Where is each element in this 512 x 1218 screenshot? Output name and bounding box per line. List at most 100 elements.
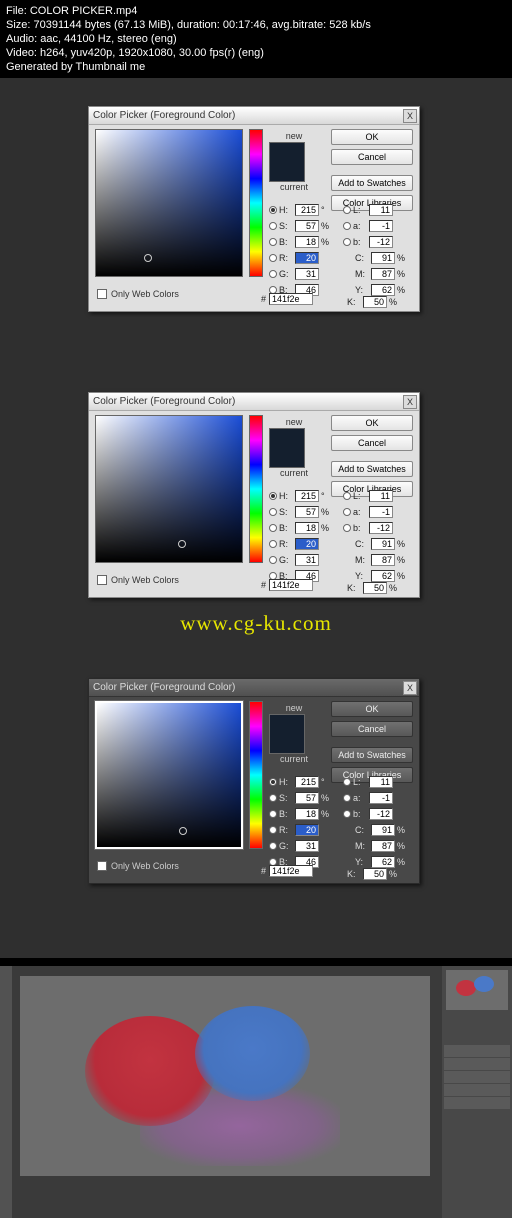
- radio-s[interactable]: [269, 222, 277, 230]
- l-input[interactable]: 11: [369, 204, 393, 216]
- bv-input[interactable]: 18: [295, 522, 319, 534]
- layer-item[interactable]: [444, 1097, 510, 1109]
- ok-button[interactable]: OK: [331, 701, 413, 717]
- color-field[interactable]: [95, 701, 243, 849]
- radio-l[interactable]: [343, 206, 351, 214]
- r-input[interactable]: 20: [295, 824, 319, 836]
- l-input[interactable]: 11: [369, 490, 393, 502]
- swatch-current[interactable]: [270, 734, 304, 753]
- radio-b[interactable]: [269, 238, 277, 246]
- swatch-new[interactable]: [270, 143, 304, 162]
- lab-b-input[interactable]: -12: [369, 808, 393, 820]
- g-input[interactable]: 31: [295, 840, 319, 852]
- m-input[interactable]: 87: [371, 268, 395, 280]
- radio-h[interactable]: [269, 492, 277, 500]
- a-input[interactable]: -1: [369, 220, 393, 232]
- radio-h[interactable]: [269, 206, 277, 214]
- s-input[interactable]: 57: [295, 792, 319, 804]
- hex-input[interactable]: 141f2e: [269, 579, 313, 591]
- web-colors-checkbox[interactable]: [97, 575, 107, 585]
- lab-b-input[interactable]: -12: [369, 236, 393, 248]
- layer-item[interactable]: [444, 1058, 510, 1070]
- color-selector-ring[interactable]: [179, 827, 187, 835]
- radio-bb2[interactable]: [343, 238, 351, 246]
- a-input[interactable]: -1: [369, 792, 393, 804]
- h-input[interactable]: 215: [295, 204, 319, 216]
- swatch-current[interactable]: [270, 162, 304, 181]
- m-input[interactable]: 87: [371, 554, 395, 566]
- radio-l[interactable]: [343, 778, 351, 786]
- l-input[interactable]: 11: [369, 776, 393, 788]
- close-icon[interactable]: X: [403, 395, 417, 409]
- hue-slider[interactable]: [249, 415, 263, 563]
- c-input[interactable]: 91: [371, 538, 395, 550]
- s-input[interactable]: 57: [295, 506, 319, 518]
- color-field[interactable]: [95, 129, 243, 277]
- hex-input[interactable]: 141f2e: [269, 293, 313, 305]
- k-input[interactable]: 50: [363, 582, 387, 594]
- swatch-new[interactable]: [270, 429, 304, 448]
- ok-button[interactable]: OK: [331, 415, 413, 431]
- dialog-titlebar[interactable]: Color Picker (Foreground Color) X: [89, 393, 419, 411]
- radio-g[interactable]: [269, 270, 277, 278]
- radio-bb2[interactable]: [343, 810, 351, 818]
- web-colors-checkbox[interactable]: [97, 289, 107, 299]
- k-input[interactable]: 50: [363, 296, 387, 308]
- r-input[interactable]: 20: [295, 252, 319, 264]
- radio-a[interactable]: [343, 794, 351, 802]
- dialog-titlebar[interactable]: Color Picker (Foreground Color) X: [89, 679, 419, 697]
- tools-panel[interactable]: [0, 966, 12, 1218]
- radio-a[interactable]: [343, 222, 351, 230]
- hue-slider[interactable]: [249, 129, 263, 277]
- close-icon[interactable]: X: [403, 109, 417, 123]
- c-input[interactable]: 91: [371, 824, 395, 836]
- cancel-button[interactable]: Cancel: [331, 149, 413, 165]
- radio-g[interactable]: [269, 842, 277, 850]
- color-selector-ring[interactable]: [144, 254, 152, 262]
- radio-r[interactable]: [269, 540, 277, 548]
- add-swatches-button[interactable]: Add to Swatches: [331, 747, 413, 763]
- m-input[interactable]: 87: [371, 840, 395, 852]
- hex-input[interactable]: 141f2e: [269, 865, 313, 877]
- color-selector-ring[interactable]: [178, 540, 186, 548]
- radio-r[interactable]: [269, 254, 277, 262]
- dialog-titlebar[interactable]: Color Picker (Foreground Color) X: [89, 107, 419, 125]
- add-swatches-button[interactable]: Add to Swatches: [331, 461, 413, 477]
- layer-item[interactable]: [444, 1084, 510, 1096]
- navigator-preview[interactable]: [446, 970, 508, 1010]
- r-input[interactable]: 20: [295, 538, 319, 550]
- add-swatches-button[interactable]: Add to Swatches: [331, 175, 413, 191]
- g-input[interactable]: 31: [295, 268, 319, 280]
- cancel-button[interactable]: Cancel: [331, 721, 413, 737]
- hue-slider[interactable]: [249, 701, 263, 849]
- layer-item[interactable]: [444, 1045, 510, 1057]
- swatch-new[interactable]: [270, 715, 304, 734]
- radio-l[interactable]: [343, 492, 351, 500]
- lab-b-input[interactable]: -12: [369, 522, 393, 534]
- g-input[interactable]: 31: [295, 554, 319, 566]
- radio-r[interactable]: [269, 826, 277, 834]
- radio-h[interactable]: [269, 778, 277, 786]
- radio-b[interactable]: [269, 524, 277, 532]
- h-input[interactable]: 215: [295, 776, 319, 788]
- web-colors-checkbox[interactable]: [97, 861, 107, 871]
- color-field[interactable]: [95, 415, 243, 563]
- radio-b[interactable]: [269, 810, 277, 818]
- bv-input[interactable]: 18: [295, 236, 319, 248]
- k-input[interactable]: 50: [363, 868, 387, 880]
- bv-input[interactable]: 18: [295, 808, 319, 820]
- swatch-current[interactable]: [270, 448, 304, 467]
- close-icon[interactable]: X: [403, 681, 417, 695]
- canvas[interactable]: [20, 976, 430, 1176]
- radio-a[interactable]: [343, 508, 351, 516]
- c-input[interactable]: 91: [371, 252, 395, 264]
- layer-item[interactable]: [444, 1071, 510, 1083]
- a-input[interactable]: -1: [369, 506, 393, 518]
- radio-bb2[interactable]: [343, 524, 351, 532]
- radio-s[interactable]: [269, 794, 277, 802]
- radio-g[interactable]: [269, 556, 277, 564]
- radio-s[interactable]: [269, 508, 277, 516]
- s-input[interactable]: 57: [295, 220, 319, 232]
- cancel-button[interactable]: Cancel: [331, 435, 413, 451]
- h-input[interactable]: 215: [295, 490, 319, 502]
